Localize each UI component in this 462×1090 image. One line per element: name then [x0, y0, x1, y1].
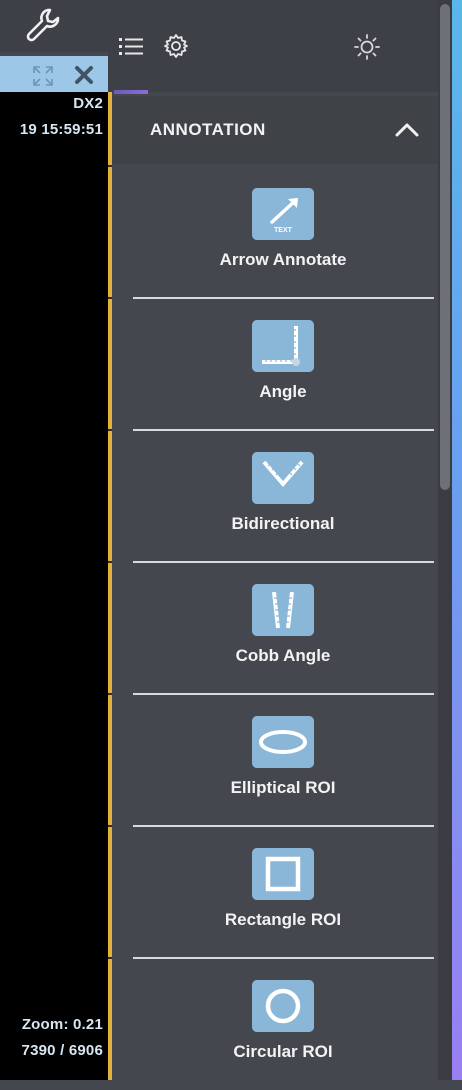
expand-icon[interactable] — [32, 65, 54, 87]
wrench-icon[interactable] — [24, 6, 60, 44]
tool-angle[interactable]: Angle — [112, 298, 438, 430]
rectangle-roi-icon — [252, 848, 314, 900]
arrow-annotate-icon: TEXT — [252, 188, 314, 240]
chevron-up-icon[interactable] — [394, 118, 420, 140]
elliptical-roi-icon — [252, 716, 314, 768]
tool-bidirectional[interactable]: Bidirectional — [112, 430, 438, 562]
arrow-icon-text: TEXT — [274, 227, 293, 234]
tool-circular-roi[interactable]: Circular ROI — [112, 958, 438, 1090]
tool-label: Elliptical ROI — [230, 778, 336, 797]
image-dimensions: 7390 / 6906 — [21, 1042, 103, 1059]
tool-label: Bidirectional — [231, 514, 335, 533]
tool-label: Cobb Angle — [235, 646, 331, 665]
cobb-angle-icon — [252, 584, 314, 636]
tool-arrow-annotate[interactable]: TEXT Arrow Annotate — [112, 166, 438, 298]
study-datetime: 19 15:59:51 — [19, 121, 103, 138]
gear-icon[interactable] — [163, 33, 189, 59]
modality-label: DX2 — [73, 95, 103, 112]
tool-label: Rectangle ROI — [224, 910, 342, 929]
image-viewport[interactable] — [0, 92, 108, 1080]
close-icon[interactable] — [72, 63, 96, 87]
zoom-readout: Zoom: 0.21 — [21, 1016, 103, 1033]
bidirectional-icon — [252, 452, 314, 504]
tool-label: Circular ROI — [233, 1042, 333, 1061]
tool-elliptical-roi[interactable]: Elliptical ROI — [112, 694, 438, 826]
circular-roi-icon — [252, 980, 314, 1032]
tool-label: Arrow Annotate — [219, 250, 347, 269]
tool-cobb-angle[interactable]: Cobb Angle — [112, 562, 438, 694]
brightness-icon[interactable] — [353, 33, 381, 61]
section-title: ANNOTATION — [150, 120, 266, 139]
side-accent-strip — [452, 0, 462, 1080]
list-icon[interactable] — [118, 35, 144, 57]
angle-icon — [252, 320, 314, 372]
panel-scrollbar-thumb[interactable] — [440, 4, 450, 490]
panel-tabs-bar — [108, 0, 438, 92]
tool-label: Angle — [259, 382, 307, 401]
tool-rectangle-roi[interactable]: Rectangle ROI — [112, 826, 438, 958]
